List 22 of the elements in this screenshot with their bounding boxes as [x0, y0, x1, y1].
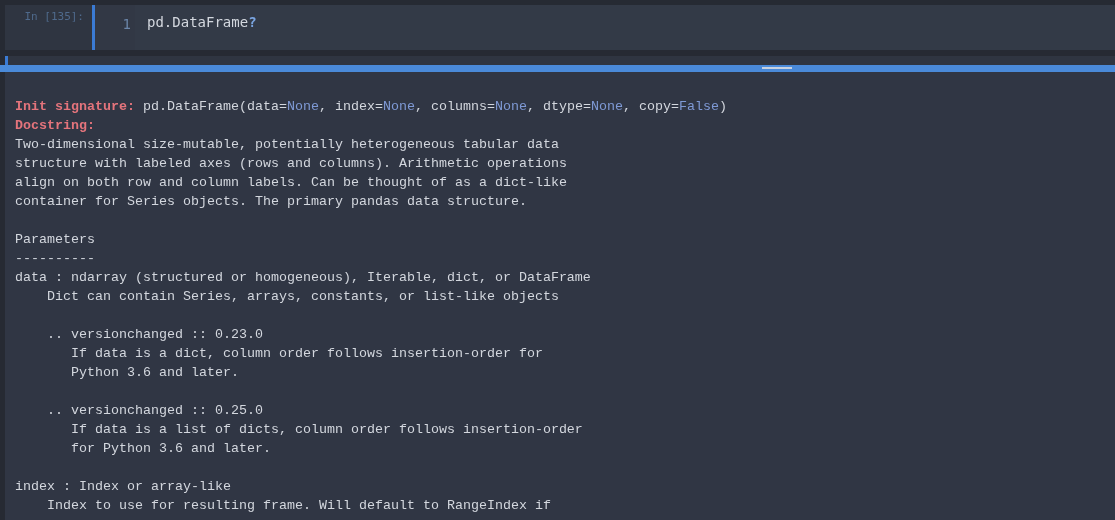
- docstring-line: align on both row and column labels. Can be thought of as a dict-like: [15, 174, 568, 192]
- pager-splitter[interactable]: [0, 65, 1115, 72]
- docstring-line: structure with labeled axes (rows and columns). Arithmetic operations: [15, 155, 568, 173]
- docstring-line: .. versionchanged :: 0.23.0: [46, 326, 264, 344]
- docstring-line: container for Series objects. The primary pandas data structure.: [15, 193, 528, 211]
- docstring-line: ----------: [15, 250, 96, 268]
- drag-handle-icon[interactable]: [762, 67, 792, 69]
- code-cell[interactable]: In [135]: 1 pd.DataFrame?: [5, 5, 1115, 50]
- docstring-line: Parameters: [15, 231, 96, 249]
- docstring-line: Python 3.6 and later.: [70, 364, 240, 382]
- docstring-line: Index to use for resulting frame. Will default to RangeIndex if: [46, 497, 552, 515]
- docstring-heading: Docstring:: [15, 117, 96, 135]
- docstring-line: Dict can contain Series, arrays, constants, or list-like objects: [46, 288, 560, 306]
- docstring-line: .. versionchanged :: 0.25.0: [46, 402, 264, 420]
- docstring-line: If data is a list of dicts, column order follows insertion-order: [70, 421, 584, 439]
- signature-line: Init signature: pd.DataFrame(data=None, index=None, columns=None, dtype=None, copy=False): [15, 98, 728, 116]
- docstring-line: Two-dimensional size-mutable, potentially heterogeneous tabular data: [15, 136, 560, 154]
- line-number: 1: [122, 16, 131, 32]
- docstring-line: data : ndarray (structured or homogeneous), Iterable, dict, or DataFrame: [15, 269, 592, 287]
- docstring-line: If data is a dict, column order follows insertion-order for: [70, 345, 544, 363]
- docstring-line: index : Index or array-like: [15, 478, 232, 496]
- docstring-line: for Python 3.6 and later.: [70, 440, 272, 458]
